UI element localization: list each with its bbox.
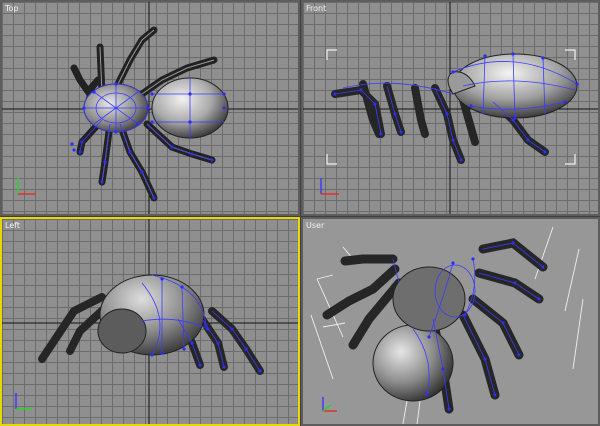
viewport-left-canvas — [2, 219, 298, 424]
viewport-top[interactable]: Top — [0, 0, 300, 216]
viewport-label[interactable]: Front — [306, 4, 326, 13]
viewport-left[interactable]: Left — [0, 217, 300, 426]
axis-tripod-icon — [320, 178, 339, 195]
spider-model-user[interactable] — [322, 238, 548, 414]
viewport-top-canvas — [2, 2, 298, 214]
axis-tripod-icon — [17, 178, 36, 195]
viewport-label[interactable]: User — [306, 221, 324, 230]
viewport-user[interactable]: User — [301, 217, 600, 426]
axis-tripod-icon — [322, 397, 337, 412]
viewport-label[interactable]: Left — [5, 221, 20, 230]
viewport-label[interactable]: Top — [5, 4, 19, 13]
viewport-front[interactable]: Front — [301, 0, 600, 216]
axis-tripod-icon — [15, 393, 32, 410]
spider-model-left[interactable] — [38, 274, 264, 375]
viewport-front-canvas — [303, 2, 598, 214]
spider-model-front[interactable] — [331, 52, 579, 164]
viewport-user-canvas — [310, 226, 584, 424]
